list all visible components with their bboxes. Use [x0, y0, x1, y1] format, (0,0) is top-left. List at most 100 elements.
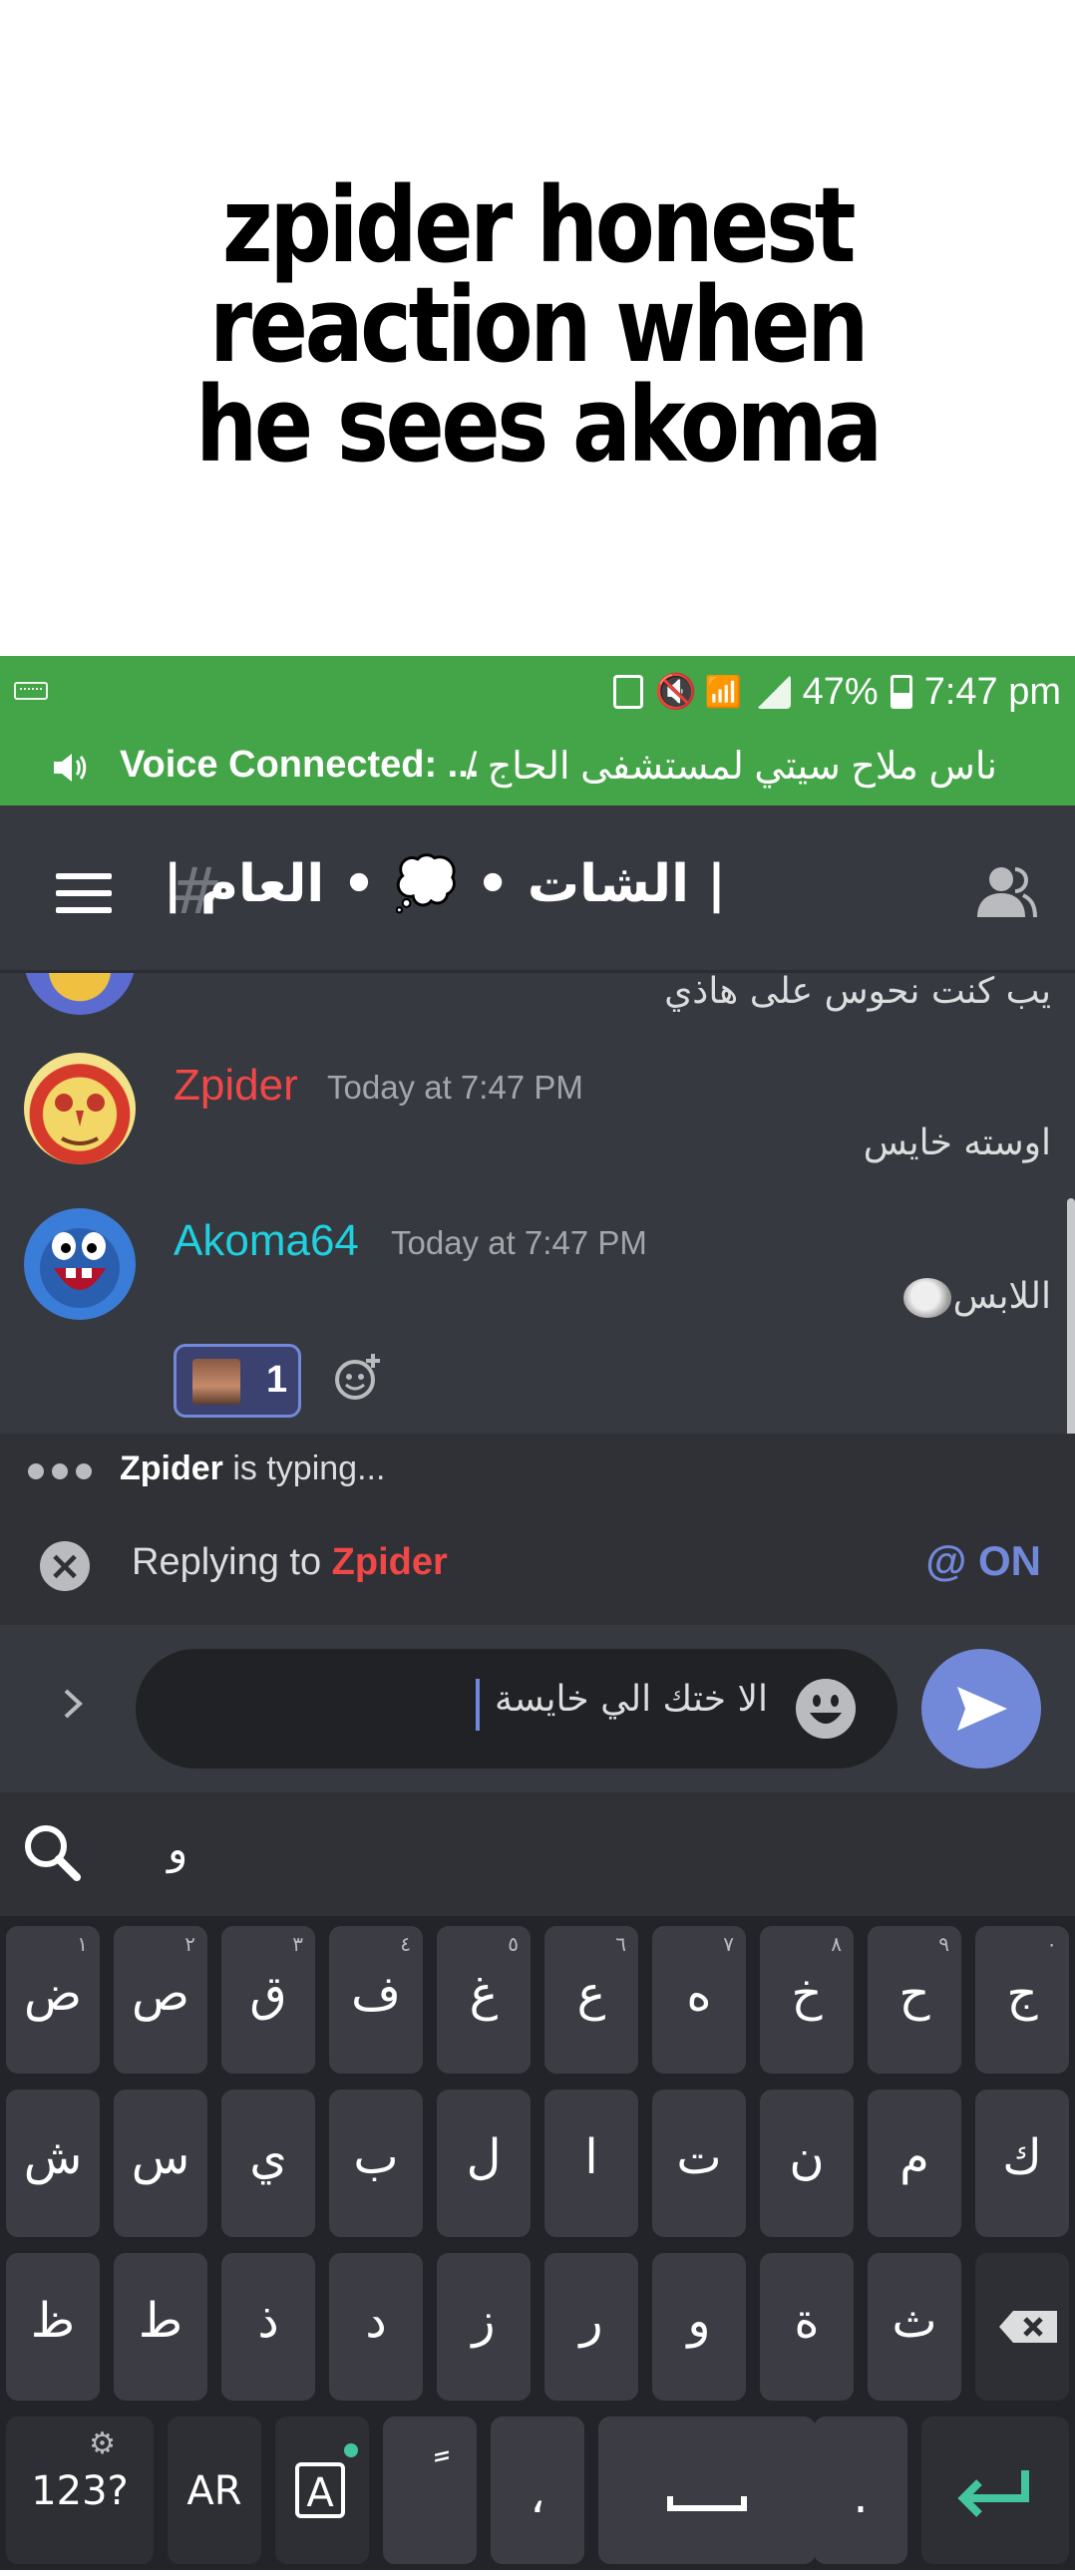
scrollbar[interactable] — [1067, 1198, 1075, 1434]
key[interactable]: ر — [544, 2253, 638, 2401]
message-text-content: اللابس — [952, 1276, 1051, 1317]
meme-caption: zpider honest reaction when he sees akom… — [195, 164, 883, 485]
battery-icon — [890, 675, 912, 709]
username[interactable]: Akoma64 — [174, 1216, 359, 1266]
suggestion-word[interactable]: و — [168, 1824, 187, 1873]
key[interactable]: ا — [544, 2090, 638, 2237]
key[interactable]: و — [652, 2253, 746, 2401]
emoji-icon[interactable] — [796, 1679, 856, 1739]
members-icon[interactable] — [975, 863, 1037, 919]
voice-connected-label: Voice Connected: ... — [120, 744, 480, 786]
key[interactable]: ب — [329, 2090, 423, 2237]
mute-icon: 🔇 — [654, 673, 697, 711]
message-list[interactable]: يب كنت نحوس على هاذي Zpider Today at 7:4… — [0, 973, 1075, 1434]
typing-user: Zpider — [120, 1449, 223, 1487]
key[interactable]: د — [329, 2253, 423, 2401]
key[interactable]: ت — [652, 2090, 746, 2237]
key[interactable]: ٩ح — [868, 1926, 961, 2074]
backspace-icon — [999, 2311, 1057, 2343]
key[interactable]: ي — [221, 2090, 315, 2237]
meme-caption-area: zpider honest reaction when he sees akom… — [0, 0, 1075, 656]
space-key[interactable] — [598, 2416, 816, 2564]
text-style-icon: A — [295, 2443, 358, 2518]
key[interactable]: . — [814, 2416, 907, 2564]
key[interactable]: ث — [868, 2253, 961, 2401]
text-caret — [476, 1679, 480, 1731]
typing-text: Zpider is typing... — [120, 1449, 385, 1488]
key[interactable]: ة — [760, 2253, 854, 2401]
keyboard-notification-icon — [14, 682, 48, 700]
svg-text:A: A — [306, 2470, 334, 2516]
key[interactable]: ز — [437, 2253, 531, 2401]
key[interactable]: م — [868, 2090, 961, 2237]
key[interactable]: ظ — [6, 2253, 100, 2401]
voice-connected-bar[interactable]: Voice Connected: ... ناس ملاح سيتي لمستش… — [0, 730, 1075, 805]
backspace-key[interactable] — [975, 2253, 1069, 2401]
key[interactable]: ٢ص — [114, 1926, 207, 2074]
enter-icon — [957, 2470, 1029, 2517]
key[interactable]: ٦ع — [544, 1926, 638, 2074]
search-icon[interactable] — [22, 1822, 82, 1882]
handwriting-key[interactable]: A — [275, 2416, 369, 2564]
username[interactable]: Zpider — [174, 1061, 298, 1111]
numbers-key[interactable]: ⚙ 123? — [6, 2416, 154, 2564]
key[interactable]: ط — [114, 2253, 207, 2401]
reply-prefix: Replying to — [132, 1541, 332, 1583]
key[interactable]: ٨خ — [760, 1926, 854, 2074]
close-reply-icon[interactable]: × — [40, 1541, 90, 1591]
status-bar: 🔇 📶 47% 7:47 pm — [0, 656, 1075, 730]
message-text: اللابس — [902, 1276, 1051, 1318]
message-input[interactable]: الا ختك الي خايسة — [136, 1649, 897, 1769]
mention-toggle[interactable]: @ ON — [925, 1537, 1041, 1585]
key[interactable]: ٧ه — [652, 1926, 746, 2074]
menu-icon[interactable] — [56, 873, 112, 913]
add-reaction-icon[interactable] — [333, 1352, 383, 1402]
gear-icon: ⚙ — [89, 2426, 116, 2461]
signal-icon — [756, 675, 791, 709]
reaction-emoji-icon — [192, 1359, 240, 1405]
key[interactable]: ٥غ — [437, 1926, 531, 2074]
reaction-count: 1 — [266, 1359, 288, 1401]
reply-bar: × Replying to Zpider @ ON — [0, 1507, 1075, 1625]
key[interactable]: س — [114, 2090, 207, 2237]
battery-percent: 47% — [802, 670, 879, 713]
language-key[interactable]: AR — [168, 2416, 261, 2564]
clock: 7:47 pm — [923, 670, 1061, 713]
timestamp: Today at 7:47 PM — [391, 1224, 647, 1261]
message-input-value: الا ختك الي خايسة — [495, 1679, 768, 1720]
key[interactable]: ل — [437, 2090, 531, 2237]
wifi-icon: 📶 — [704, 676, 742, 709]
channel-header: # | الشات • 💭 • العام | — [0, 805, 1075, 973]
avatar[interactable] — [24, 973, 136, 1015]
key[interactable]: ً — [383, 2416, 477, 2564]
status-voice-bar: 🔇 📶 47% 7:47 pm Voice Connected: ... ناس… — [0, 656, 1075, 805]
key[interactable]: ٤ف — [329, 1926, 423, 2074]
chevron-right-icon[interactable] — [56, 1687, 90, 1721]
trollface-emoji-icon — [902, 1278, 951, 1318]
key[interactable]: ك — [975, 2090, 1069, 2237]
channel-title[interactable]: | الشات • 💭 • العام | — [164, 853, 726, 914]
enter-key[interactable] — [921, 2416, 1069, 2564]
status-icons: 🔇 📶 47% 7:47 pm — [612, 662, 1061, 722]
key[interactable]: ٣ق — [221, 1926, 315, 2074]
key[interactable]: ، — [491, 2416, 584, 2564]
key[interactable]: ن — [760, 2090, 854, 2237]
send-icon — [957, 1687, 1007, 1731]
timestamp: Today at 7:47 PM — [327, 1069, 583, 1106]
key[interactable]: ١ض — [6, 1926, 100, 2074]
space-icon — [667, 2496, 747, 2511]
send-button[interactable] — [921, 1649, 1041, 1769]
key[interactable]: ش — [6, 2090, 100, 2237]
message-text: اوسته خايس — [863, 1123, 1051, 1163]
key[interactable]: ٠ج — [975, 1926, 1069, 2074]
avatar-akoma64[interactable] — [24, 1208, 136, 1320]
battery-saver-icon — [612, 675, 643, 709]
keyboard: ١ض ٢ص ٣ق ٤ف ٥غ ٦ع ٧ه ٨خ ٩ح ٠ج ش س ي ب ل … — [0, 1916, 1075, 2570]
voice-channel-name: ناس ملاح سيتي لمستشفى الحاج / — [466, 746, 997, 788]
key[interactable]: ذ — [221, 2253, 315, 2401]
reaction-chip[interactable]: 1 — [174, 1344, 301, 1418]
typing-dots-icon — [28, 1463, 92, 1479]
message-text: يب كنت نحوس على هاذي — [664, 973, 1051, 1012]
avatar-zpider[interactable] — [24, 1053, 136, 1164]
keyboard-suggestion-strip: و — [0, 1792, 1075, 1916]
